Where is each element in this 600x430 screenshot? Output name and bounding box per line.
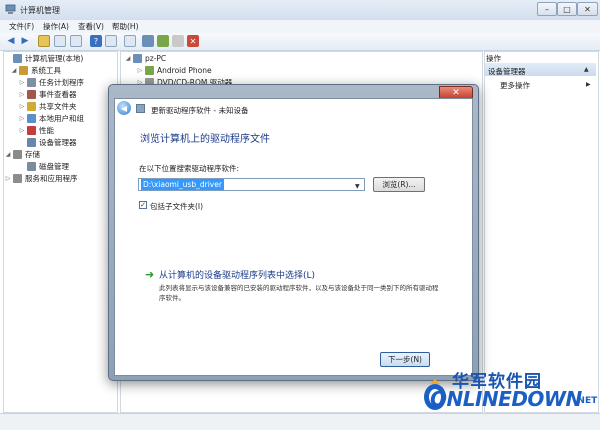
tree-item-system-tools[interactable]: ◢ 系统工具: [4, 64, 61, 76]
more-actions-link[interactable]: 更多操作: [500, 80, 530, 91]
phone-icon: [145, 65, 154, 75]
menu-view[interactable]: 查看(V): [78, 21, 104, 32]
device-label: Android Phone: [157, 65, 212, 75]
tree-item-label: 计算机管理(本地): [25, 53, 84, 63]
tree-item-label: 存储: [25, 149, 40, 159]
up-folder-icon[interactable]: [38, 35, 50, 47]
refresh-view-icon[interactable]: [124, 35, 136, 47]
tree-item-storage[interactable]: ◢ 存储: [4, 148, 40, 160]
computer-management-icon: [5, 4, 16, 14]
include-subfolders-checkbox[interactable]: ✓: [139, 201, 147, 209]
tree-item-label: 性能: [39, 125, 54, 135]
tree-twisty[interactable]: ▷: [136, 67, 144, 74]
tree-twisty[interactable]: ◢: [10, 67, 18, 74]
tree-item-computer-management[interactable]: 计算机管理(本地): [4, 52, 83, 64]
tree-item-shared-folders[interactable]: ▷ 共享文件夹: [4, 100, 77, 112]
watermark-net-text: .NET: [574, 396, 598, 406]
minimize-button[interactable]: –: [537, 2, 557, 16]
action-pane-icon[interactable]: [105, 35, 117, 47]
tree-item-services-apps[interactable]: ▷ 服务和应用程序: [4, 172, 78, 184]
device-tree: ◢ pz-PC ▷ Android Phone ▷ DVD/CD-ROM 驱动器: [124, 52, 424, 88]
window-title: 计算机管理: [20, 6, 60, 15]
tree-item-label: 磁盘管理: [39, 161, 69, 171]
dialog-heading: 浏览计算机上的驱动程序文件: [140, 134, 270, 145]
update-driver-icon[interactable]: [157, 35, 169, 47]
tree-item-task-scheduler[interactable]: ▷ 任务计划程序: [4, 76, 84, 88]
tree-item-disk-management[interactable]: 磁盘管理: [4, 160, 69, 172]
device-root-pc[interactable]: ◢ pz-PC: [124, 52, 166, 64]
search-path-label: 在以下位置搜索驱动程序软件:: [139, 164, 240, 173]
menu-help[interactable]: 帮助(H): [112, 21, 139, 32]
users-icon: [27, 113, 36, 123]
device-manager-icon: [27, 137, 36, 147]
tree-twisty[interactable]: ▷: [18, 91, 26, 98]
uninstall-device-icon[interactable]: ✕: [187, 35, 199, 47]
disk-icon: [27, 161, 36, 171]
close-button[interactable]: ✕: [577, 2, 598, 16]
scan-hardware-icon[interactable]: [142, 35, 154, 47]
tree-twisty[interactable]: ▷: [18, 127, 26, 134]
shared-folder-icon: [27, 101, 36, 111]
tree-rows: 计算机管理(本地) ◢ 系统工具 ▷ 任务计划程序 ▷ 事件查看器 ▷ 共享文件…: [4, 52, 116, 192]
tools-icon: [19, 65, 28, 75]
tree-item-label: 事件查看器: [39, 89, 77, 99]
status-bar: [0, 413, 600, 430]
tree-item-device-manager[interactable]: 设备管理器: [4, 136, 77, 148]
disable-device-icon[interactable]: [172, 35, 184, 47]
submenu-arrow-icon: ▶: [586, 81, 591, 88]
properties-icon[interactable]: [70, 35, 82, 47]
help-icon[interactable]: ?: [90, 35, 102, 47]
search-path-value[interactable]: D:\xiaomi_usb_driver: [141, 179, 224, 190]
include-subfolders-label: 包括子文件夹(I): [150, 202, 204, 211]
maximize-button[interactable]: □: [557, 2, 577, 16]
clock-icon: [27, 77, 36, 87]
chevron-down-icon[interactable]: ▼: [355, 183, 360, 190]
tree-item-label: 服务和应用程序: [25, 173, 78, 183]
device-icon: [136, 104, 145, 113]
actions-group-label: 设备管理器: [488, 67, 526, 76]
performance-icon: [27, 125, 36, 135]
forward-arrow-icon[interactable]: ▶: [19, 35, 31, 47]
show-tree-icon[interactable]: [54, 35, 66, 47]
tree-item-local-users[interactable]: ▷ 本地用户和组: [4, 112, 84, 124]
tree-twisty[interactable]: ◢: [4, 151, 12, 158]
actions-pane: [484, 51, 599, 413]
tree-twisty[interactable]: ◢: [124, 55, 132, 62]
device-label: pz-PC: [145, 53, 167, 63]
back-button-icon[interactable]: ◀: [117, 101, 131, 115]
computer-icon: [133, 53, 142, 63]
green-arrow-icon: ➜: [145, 268, 155, 281]
tree-twisty[interactable]: ▷: [18, 115, 26, 122]
tree-item-label: 系统工具: [31, 65, 61, 75]
event-log-icon: [27, 89, 36, 99]
title-bar: [0, 0, 600, 21]
tree-twisty[interactable]: ▷: [18, 103, 26, 110]
menu-action[interactable]: 操作(A): [43, 21, 69, 32]
tree-twisty[interactable]: ▷: [18, 79, 26, 86]
tree-item-label: 设备管理器: [39, 137, 77, 147]
back-arrow-icon[interactable]: ◀: [5, 35, 17, 47]
services-icon: [13, 173, 22, 183]
watermark-english-text: ONLINEDOWN: [430, 387, 582, 411]
menu-file[interactable]: 文件(F): [9, 21, 34, 32]
collapse-arrow-icon[interactable]: ▲: [584, 66, 589, 73]
storage-icon: [13, 149, 22, 159]
tree-item-performance[interactable]: ▷ 性能: [4, 124, 54, 136]
pick-from-list-description: 此列表将显示与该设备兼容的已安装的驱动程序软件，以及与该设备处于同一类别下的所有…: [159, 284, 439, 302]
browse-button[interactable]: 浏览(R)...: [373, 177, 425, 192]
computer-icon: [13, 53, 22, 63]
next-button[interactable]: 下一步(N): [380, 352, 430, 367]
tree-item-label: 共享文件夹: [39, 101, 77, 111]
tree-twisty[interactable]: ▷: [4, 175, 12, 182]
device-android-phone[interactable]: ▷ Android Phone: [124, 64, 212, 76]
tree-item-event-viewer[interactable]: ▷ 事件查看器: [4, 88, 77, 100]
pick-from-list-link[interactable]: 从计算机的设备驱动程序列表中选择(L): [159, 268, 315, 281]
tree-item-label: 本地用户和组: [39, 113, 84, 123]
tree-item-label: 任务计划程序: [39, 77, 84, 87]
dialog-title: 更新驱动程序软件 - 未知设备: [151, 106, 249, 115]
